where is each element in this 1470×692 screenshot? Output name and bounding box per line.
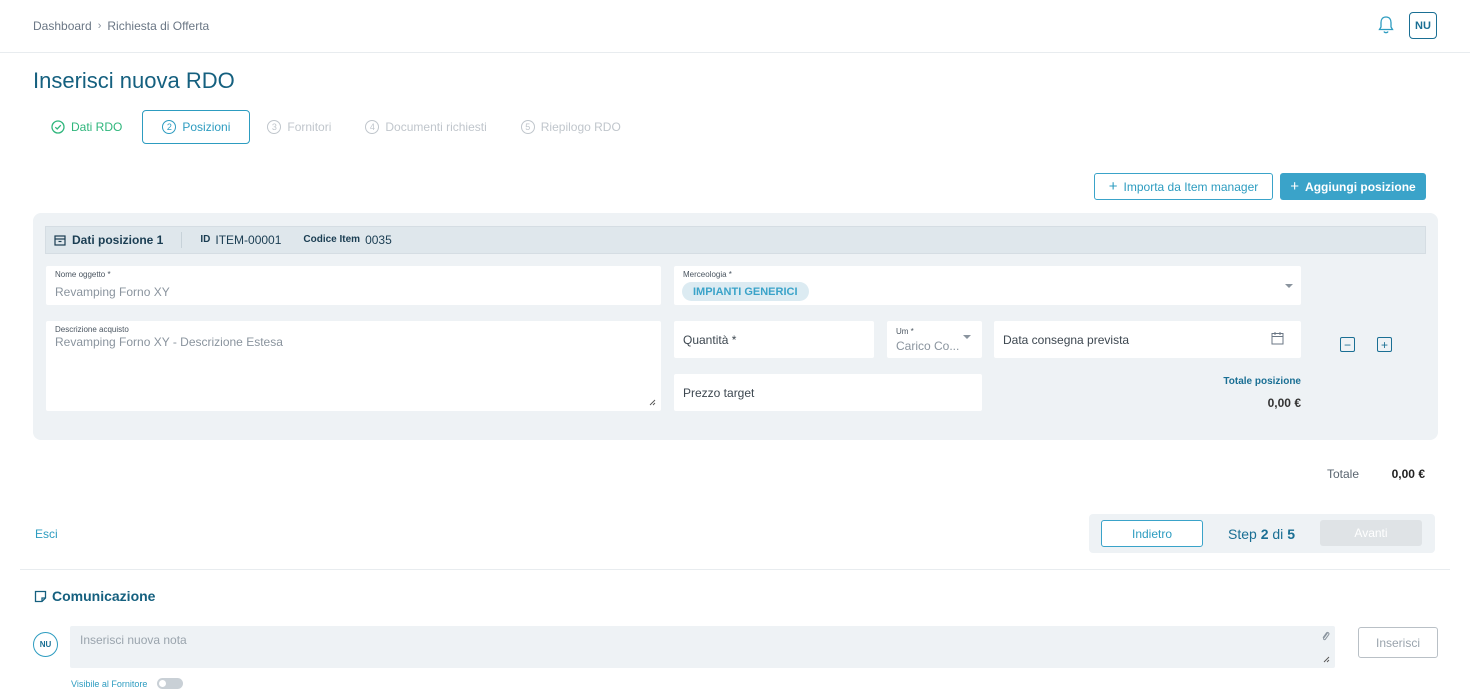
back-label: Indietro bbox=[1131, 526, 1173, 541]
paperclip-icon[interactable] bbox=[1321, 630, 1330, 642]
add-position-button[interactable]: + Aggiungi posizione bbox=[1280, 173, 1426, 200]
note-textarea[interactable]: Inserisci nuova nota bbox=[70, 626, 1335, 668]
visibility-toggle-row: Visibile al Fornitore bbox=[71, 678, 184, 689]
step-label: Documenti richiesti bbox=[385, 120, 487, 134]
top-bar: Dashboard › Richiesta di Offerta NU bbox=[0, 0, 1470, 53]
quantita-input[interactable]: Quantità * bbox=[674, 321, 874, 358]
nome-oggetto-value: Revamping Forno XY bbox=[55, 285, 170, 299]
totale-value: 0,00 € bbox=[1391, 467, 1425, 481]
step-label: Dati RDO bbox=[71, 120, 123, 134]
note-icon bbox=[34, 590, 47, 602]
um-value: Carico Co... bbox=[896, 339, 960, 353]
descrizione-value: Revamping Forno XY - Descrizione Estesa bbox=[55, 335, 283, 349]
id-label: ID bbox=[200, 234, 211, 245]
import-item-manager-button[interactable]: + Importa da Item manager bbox=[1094, 173, 1273, 200]
prezzo-target-placeholder: Prezzo target bbox=[683, 386, 755, 400]
visibility-toggle[interactable] bbox=[157, 678, 184, 689]
plus-icon: + bbox=[1290, 178, 1300, 195]
user-avatar[interactable]: NU bbox=[1409, 12, 1437, 39]
page-title: Inserisci nuova RDO bbox=[33, 68, 235, 93]
step-label: Riepilogo RDO bbox=[540, 120, 621, 134]
step-label: Fornitori bbox=[287, 120, 332, 134]
exit-link[interactable]: Esci bbox=[35, 527, 58, 541]
position-title-text: Dati posizione 1 bbox=[72, 233, 164, 247]
step-current: 2 bbox=[1260, 526, 1269, 542]
descrizione-textarea[interactable]: Descrizione acquisto Revamping Forno XY … bbox=[46, 321, 661, 411]
step-riepilogo[interactable]: 5 Riepilogo RDO bbox=[504, 110, 638, 144]
insert-note-label: Inserisci bbox=[1375, 635, 1420, 650]
merceologia-select[interactable]: Merceologia * IMPIANTI GENERICI bbox=[674, 266, 1301, 305]
note-placeholder: Inserisci nuova nota bbox=[80, 633, 187, 647]
step-navigation: Indietro Step 2 di 5 Avanti bbox=[1089, 514, 1435, 553]
step-of: di bbox=[1272, 526, 1284, 542]
bell-icon[interactable] bbox=[1377, 15, 1395, 35]
resize-handle-icon[interactable] bbox=[649, 399, 656, 406]
section-divider bbox=[20, 569, 1450, 570]
check-circle-icon bbox=[51, 120, 65, 134]
code-value: 0035 bbox=[365, 233, 392, 247]
step-label: Posizioni bbox=[182, 120, 231, 134]
um-label: Um * bbox=[896, 327, 914, 336]
comunicazione-title-text: Comunicazione bbox=[52, 588, 156, 604]
insert-note-button[interactable]: Inserisci bbox=[1358, 627, 1438, 658]
position-title: Dati posizione 1 bbox=[46, 232, 183, 248]
calendar-icon[interactable] bbox=[1271, 331, 1284, 345]
totale-posizione-label: Totale posizione bbox=[1223, 376, 1301, 387]
descrizione-label: Descrizione acquisto bbox=[55, 325, 129, 334]
breadcrumb: Dashboard › Richiesta di Offerta bbox=[33, 19, 209, 33]
breadcrumb-dashboard-link[interactable]: Dashboard bbox=[33, 19, 92, 33]
note-author-avatar: NU bbox=[33, 632, 58, 657]
box-icon bbox=[54, 234, 66, 246]
visibility-label: Visibile al Fornitore bbox=[71, 678, 148, 689]
um-select[interactable]: Um * Carico Co... bbox=[887, 321, 982, 358]
prezzo-target-input[interactable]: Prezzo target bbox=[674, 374, 982, 411]
step-documenti[interactable]: 4 Documenti richiesti bbox=[348, 110, 503, 144]
plus-icon: + bbox=[1108, 178, 1118, 195]
step-dati-rdo[interactable]: Dati RDO bbox=[33, 110, 140, 144]
nome-oggetto-label: Nome oggetto * bbox=[55, 270, 111, 279]
step-number: 5 bbox=[520, 120, 535, 134]
step-total: 5 bbox=[1287, 526, 1295, 542]
position-id: ID ITEM-00001 bbox=[182, 233, 281, 247]
next-button[interactable]: Avanti bbox=[1320, 520, 1422, 546]
merceologia-chip[interactable]: IMPIANTI GENERICI bbox=[682, 282, 809, 301]
step-posizioni[interactable]: 2 Posizioni bbox=[142, 110, 251, 144]
totale-posizione-value: 0,00 € bbox=[1267, 396, 1301, 410]
step-number: 3 bbox=[267, 120, 282, 134]
breadcrumb-separator: › bbox=[97, 20, 102, 32]
add-row-button[interactable]: + bbox=[1377, 337, 1392, 352]
data-consegna-input[interactable]: Data consegna prevista bbox=[994, 321, 1301, 358]
chevron-down-icon bbox=[1285, 284, 1293, 288]
breadcrumb-current: Richiesta di Offerta bbox=[107, 19, 210, 33]
remove-position-button[interactable]: − bbox=[1340, 337, 1355, 352]
position-header: Dati posizione 1 ID ITEM-00001 Codice It… bbox=[45, 226, 1426, 254]
step-counter: Step 2 di 5 bbox=[1228, 526, 1295, 542]
step-fornitori[interactable]: 3 Fornitori bbox=[250, 110, 348, 144]
back-button[interactable]: Indietro bbox=[1101, 520, 1203, 547]
code-label: Codice Item bbox=[303, 234, 361, 245]
merceologia-label: Merceologia * bbox=[683, 270, 732, 279]
step-prefix: Step bbox=[1228, 526, 1257, 542]
step-number: 2 bbox=[162, 120, 177, 134]
nome-oggetto-field[interactable]: Nome oggetto * Revamping Forno XY bbox=[46, 266, 661, 305]
next-label: Avanti bbox=[1354, 526, 1388, 540]
add-label: Aggiungi posizione bbox=[1305, 179, 1416, 194]
position-code: Codice Item 0035 bbox=[281, 233, 391, 247]
import-label: Importa da Item manager bbox=[1123, 179, 1259, 194]
comunicazione-title: Comunicazione bbox=[34, 588, 155, 604]
data-consegna-placeholder: Data consegna prevista bbox=[1003, 333, 1130, 347]
step-number: 4 bbox=[365, 120, 380, 134]
totale-label: Totale bbox=[1327, 467, 1360, 481]
id-value: ITEM-00001 bbox=[215, 233, 282, 247]
stepper: Dati RDO 2 Posizioni 3 Fornitori 4 Docum… bbox=[33, 110, 638, 144]
chevron-down-icon bbox=[963, 335, 971, 339]
resize-handle-icon[interactable] bbox=[1323, 656, 1330, 663]
quantita-placeholder: Quantità * bbox=[683, 333, 737, 347]
